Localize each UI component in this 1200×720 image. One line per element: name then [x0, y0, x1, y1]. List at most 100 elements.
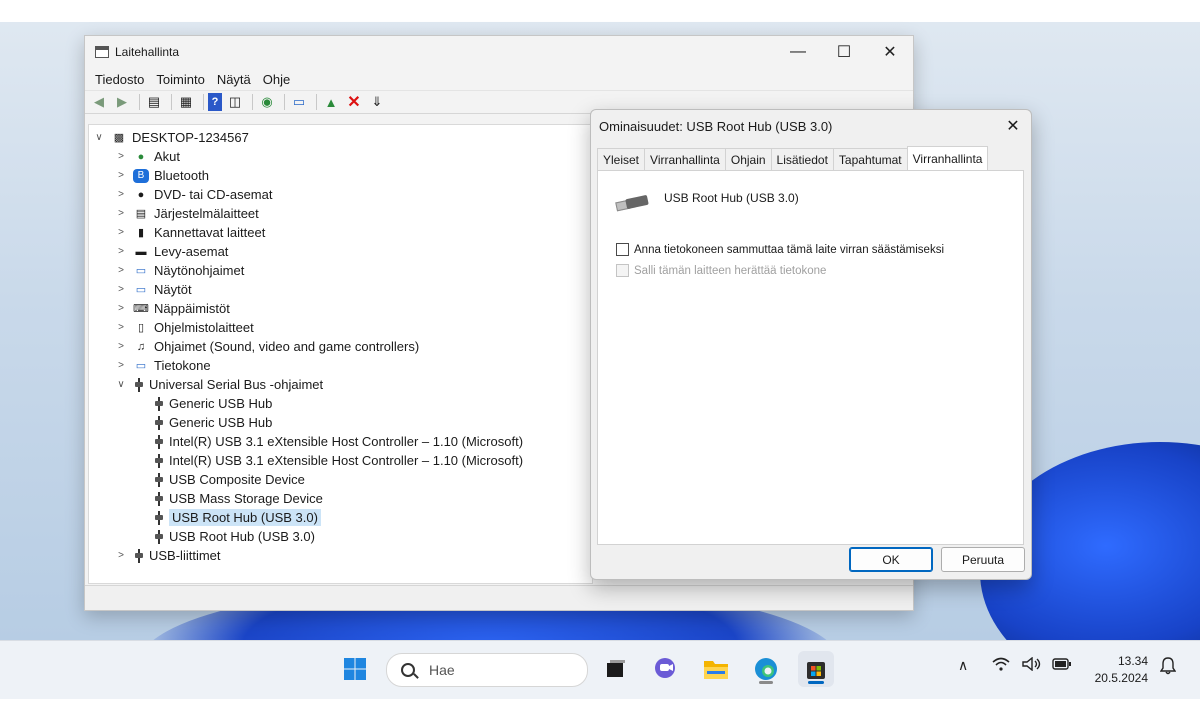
tree-device-label: Generic USB Hub — [169, 415, 273, 430]
menu-help[interactable]: Ohje — [257, 72, 296, 87]
start-button[interactable] — [337, 651, 373, 687]
uninstall-device-icon[interactable]: ✕ — [344, 93, 364, 111]
device-manager-icon — [95, 46, 109, 58]
usb-plug-icon — [615, 194, 650, 212]
expand-chevron-icon[interactable]: > — [115, 303, 127, 314]
notification-bell-icon[interactable] — [1159, 657, 1177, 678]
usb-icon — [135, 548, 143, 563]
cancel-button[interactable]: Peruuta — [941, 547, 1025, 572]
expand-chevron-icon[interactable]: > — [115, 265, 127, 276]
tree-device[interactable]: Generic USB Hub — [147, 394, 272, 413]
collapse-chevron-icon[interactable]: ∨ — [115, 379, 127, 390]
device-tree: ∨ ▩ DESKTOP-1234567 > ● Akut > B Bluetoo… — [88, 124, 593, 584]
expand-chevron-icon[interactable]: > — [115, 360, 127, 371]
allow-turn-off-checkbox[interactable]: Anna tietokoneen sammuttaa tämä laite vi… — [616, 243, 944, 256]
menu-view[interactable]: Näytä — [211, 72, 257, 87]
tree-category[interactable]: > B Bluetooth — [115, 166, 209, 185]
action-pane-icon[interactable]: ◫ — [225, 93, 245, 111]
maximize-button[interactable]: ☐ — [821, 36, 867, 68]
tab-details[interactable]: Lisätiedot — [770, 148, 834, 170]
tree-category[interactable]: > ▤ Järjestelmälaitteet — [115, 204, 259, 223]
search-placeholder: Hae — [429, 662, 455, 678]
tree-category[interactable]: > ▬ Levy-asemat — [115, 242, 228, 261]
close-button[interactable]: ✕ — [867, 36, 913, 68]
tree-device[interactable]: USB Mass Storage Device — [147, 489, 323, 508]
tree-device[interactable]: Generic USB Hub — [147, 413, 272, 432]
collapse-chevron-icon[interactable]: ∨ — [93, 132, 105, 143]
folder-icon — [704, 661, 728, 679]
menu-file[interactable]: Tiedosto — [89, 72, 150, 87]
help-icon[interactable]: ? — [208, 93, 222, 111]
tree-device-selected[interactable]: USB Root Hub (USB 3.0) — [147, 508, 321, 527]
ok-button[interactable]: OK — [849, 547, 933, 572]
show-hidden-icons-chevron-icon[interactable]: ∧ — [958, 657, 968, 674]
expand-chevron-icon[interactable]: > — [115, 208, 127, 219]
battery-icon[interactable] — [1052, 657, 1072, 673]
expand-chevron-icon[interactable]: > — [115, 322, 127, 333]
tree-category[interactable]: > ▭ Tietokone — [115, 356, 211, 375]
expand-chevron-icon[interactable]: > — [115, 284, 127, 295]
expand-chevron-icon[interactable]: > — [115, 189, 127, 200]
properties-icon[interactable]: ▦ — [176, 93, 196, 111]
scan-hardware-icon[interactable]: ◉ — [257, 93, 277, 111]
tab-power[interactable]: Virranhallinta — [644, 148, 726, 170]
tab-events[interactable]: Tapahtumat — [832, 148, 908, 170]
usb-icon — [135, 377, 143, 392]
volume-icon[interactable] — [1022, 656, 1042, 674]
tree-category-label: Näppäimistöt — [154, 301, 230, 316]
tab-page-power-management: USB Root Hub (USB 3.0) Anna tietokoneen … — [597, 170, 1024, 545]
tree-category[interactable]: > ▮ Kannettavat laitteet — [115, 223, 265, 242]
tab-driver[interactable]: Ohjain — [724, 148, 772, 170]
tree-device[interactable]: Intel(R) USB 3.1 eXtensible Host Control… — [147, 451, 523, 470]
tab-general[interactable]: Yleiset — [597, 148, 646, 170]
teams-chat-button[interactable] — [648, 651, 684, 687]
checkbox-box — [616, 264, 629, 277]
tree-device[interactable]: USB Root Hub (USB 3.0) — [147, 527, 315, 546]
tree-category[interactable]: > ♫ Ohjaimet (Sound, video and game cont… — [115, 337, 419, 356]
tab-power-management[interactable]: Virranhallinta — [906, 146, 989, 170]
edge-browser-button[interactable] — [748, 651, 784, 687]
tree-category[interactable]: > ● Akut — [115, 147, 180, 166]
tree-category[interactable]: > USB-liittimet — [115, 546, 220, 565]
minimize-button[interactable]: — — [775, 36, 821, 68]
tree-category[interactable]: > ▭ Näytönohjaimet — [115, 261, 244, 280]
menu-action[interactable]: Toiminto — [150, 72, 210, 87]
properties-dialog: Ominaisuudet: USB Root Hub (USB 3.0) ✕ Y… — [590, 109, 1032, 580]
forward-arrow-icon[interactable]: ▶ — [112, 93, 132, 111]
taskbar-search-box[interactable]: Hae — [386, 653, 588, 687]
task-view-button[interactable] — [598, 651, 634, 687]
status-bar — [85, 585, 913, 610]
expand-chevron-icon[interactable]: > — [115, 246, 127, 257]
tree-category[interactable]: > ▭ Näytöt — [115, 280, 192, 299]
clock[interactable]: 13.34 20.5.2024 — [1086, 653, 1148, 687]
title-bar[interactable]: Laitehallinta — ☐ ✕ — [85, 36, 913, 68]
update-driver-icon[interactable]: ▲ — [321, 93, 341, 111]
expand-chevron-icon[interactable]: > — [115, 227, 127, 238]
tree-device[interactable]: USB Composite Device — [147, 470, 305, 489]
tree-device-label: USB Composite Device — [169, 472, 305, 487]
expand-chevron-icon[interactable]: > — [115, 341, 127, 352]
dialog-title-bar[interactable]: Ominaisuudet: USB Root Hub (USB 3.0) ✕ — [591, 110, 1031, 142]
tree-category[interactable]: > ▯ Ohjelmistolaitteet — [115, 318, 254, 337]
disable-device-icon[interactable]: ⇓ — [367, 93, 387, 111]
tree-category-label: Ohjaimet (Sound, video and game controll… — [154, 339, 420, 354]
file-explorer-button[interactable] — [698, 651, 734, 687]
store-button[interactable] — [798, 651, 834, 687]
expand-chevron-icon[interactable]: > — [115, 151, 127, 162]
wifi-icon[interactable] — [992, 657, 1010, 674]
expand-chevron-icon[interactable]: > — [115, 170, 127, 181]
tree-device[interactable]: Intel(R) USB 3.1 eXtensible Host Control… — [147, 432, 523, 451]
tree-category[interactable]: > ● DVD- tai CD-asemat — [115, 185, 272, 204]
show-hide-console-icon[interactable]: ▤ — [144, 93, 164, 111]
checkbox-box[interactable] — [616, 243, 629, 256]
toolbar-separator — [203, 94, 204, 110]
expand-chevron-icon[interactable]: > — [115, 550, 127, 561]
portable-devices-icon: ▮ — [137, 227, 145, 239]
tree-category-label: Järjestelmälaitteet — [154, 206, 259, 221]
tree-category-usb[interactable]: ∨ Universal Serial Bus -ohjaimet — [115, 375, 323, 394]
back-arrow-icon[interactable]: ◀ — [89, 93, 109, 111]
tree-category[interactable]: > ⌨ Näppäimistöt — [115, 299, 230, 318]
dialog-close-button[interactable]: ✕ — [995, 116, 1031, 136]
tree-root[interactable]: ∨ ▩ DESKTOP-1234567 — [93, 128, 249, 147]
monitor-icon[interactable]: ▭ — [289, 93, 309, 111]
